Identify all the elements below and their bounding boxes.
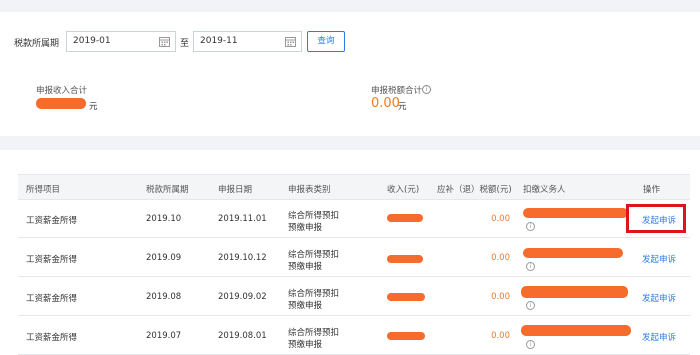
appeal-button[interactable]: 发起申诉 bbox=[642, 253, 676, 265]
income-redaction bbox=[387, 214, 423, 222]
row-category-line1: 综合所得预扣 bbox=[288, 211, 340, 221]
table-row: 工资薪金所得 2019.09 2019.10.12 综合所得预扣 预缴申报 0.… bbox=[18, 239, 690, 277]
row-period: 2019.08 bbox=[146, 292, 182, 302]
row-category-line2: 预缴申报 bbox=[288, 340, 323, 350]
tax-total-value: 0.00 bbox=[371, 96, 400, 111]
row-category-line1: 综合所得预扣 bbox=[288, 250, 340, 260]
tax-total-label: 申报税额合计 bbox=[371, 86, 423, 96]
start-period-input[interactable]: 2019-01 bbox=[66, 31, 176, 52]
highlight-annotation bbox=[626, 204, 686, 233]
row-tax: 0.00 bbox=[491, 331, 510, 341]
row-category-line2: 预缴申报 bbox=[288, 223, 323, 233]
withholder-redaction bbox=[523, 248, 623, 258]
appeal-button[interactable]: 发起申诉 bbox=[642, 292, 676, 304]
row-category-line1: 综合所得预扣 bbox=[288, 328, 340, 338]
row-category-line2: 预缴申报 bbox=[288, 262, 323, 272]
table-header: 所得项目 税款所属期 申报日期 申报表类别 收入(元) 应补（退）税额(元) 扣… bbox=[18, 174, 690, 200]
row-date: 2019.08.01 bbox=[218, 331, 267, 341]
calendar-icon[interactable] bbox=[159, 36, 170, 47]
row-date: 2019.10.12 bbox=[218, 253, 267, 263]
row-tax: 0.00 bbox=[491, 214, 510, 224]
col-withholder: 扣缴义务人 bbox=[523, 185, 566, 195]
info-icon[interactable]: i bbox=[526, 340, 535, 349]
table-row: 工资薪金所得 2019.10 2019.11.01 综合所得预扣 预缴申报 0.… bbox=[18, 200, 690, 238]
row-category-line1: 综合所得预扣 bbox=[288, 289, 340, 299]
col-tax: 应补（退）税额(元) bbox=[437, 185, 512, 195]
info-icon[interactable]: i bbox=[526, 262, 535, 271]
income-redaction bbox=[387, 255, 423, 263]
withholder-redaction bbox=[523, 208, 628, 218]
appeal-button[interactable]: 发起申诉 bbox=[642, 331, 676, 343]
row-category-line2: 预缴申报 bbox=[288, 301, 323, 311]
info-icon[interactable]: i bbox=[526, 222, 535, 231]
row-tax: 0.00 bbox=[491, 292, 510, 302]
row-item: 工资薪金所得 bbox=[26, 294, 78, 304]
info-icon[interactable]: i bbox=[422, 85, 431, 94]
end-period-value: 2019-11 bbox=[200, 36, 238, 46]
row-tax: 0.00 bbox=[491, 253, 510, 263]
period-label: 税款所属期 bbox=[14, 39, 60, 49]
income-total-label: 申报收入合计 bbox=[36, 86, 88, 96]
row-period: 2019.09 bbox=[146, 253, 182, 263]
row-date: 2019.09.02 bbox=[218, 292, 267, 302]
col-action: 操作 bbox=[643, 185, 661, 195]
info-icon[interactable]: i bbox=[526, 301, 535, 310]
calendar-icon[interactable] bbox=[285, 36, 296, 47]
col-item: 所得项目 bbox=[26, 185, 61, 195]
col-category: 申报表类别 bbox=[288, 185, 331, 195]
income-total-unit: 元 bbox=[89, 102, 98, 112]
income-redaction bbox=[387, 293, 425, 301]
start-period-value: 2019-01 bbox=[73, 36, 111, 46]
col-income: 收入(元) bbox=[387, 185, 420, 195]
row-period: 2019.10 bbox=[146, 214, 182, 224]
col-date: 申报日期 bbox=[218, 185, 253, 195]
income-total-redaction bbox=[36, 98, 86, 109]
income-redaction bbox=[387, 332, 425, 340]
row-date: 2019.11.01 bbox=[218, 214, 267, 224]
row-item: 工资薪金所得 bbox=[26, 216, 78, 226]
table-row: 工资薪金所得 2019.08 2019.09.02 综合所得预扣 预缴申报 0.… bbox=[18, 278, 690, 316]
withholder-redaction bbox=[521, 286, 628, 298]
query-button[interactable]: 查询 bbox=[307, 31, 345, 52]
to-label: 至 bbox=[180, 39, 190, 49]
tax-total-unit: 元 bbox=[398, 102, 407, 112]
withholder-redaction bbox=[521, 325, 631, 336]
row-item: 工资薪金所得 bbox=[26, 255, 78, 265]
table-row: 工资薪金所得 2019.07 2019.08.01 综合所得预扣 预缴申报 0.… bbox=[18, 317, 690, 355]
row-item: 工资薪金所得 bbox=[26, 333, 78, 343]
row-period: 2019.07 bbox=[146, 331, 182, 341]
col-period: 税款所属期 bbox=[146, 185, 189, 195]
end-period-input[interactable]: 2019-11 bbox=[193, 31, 302, 52]
